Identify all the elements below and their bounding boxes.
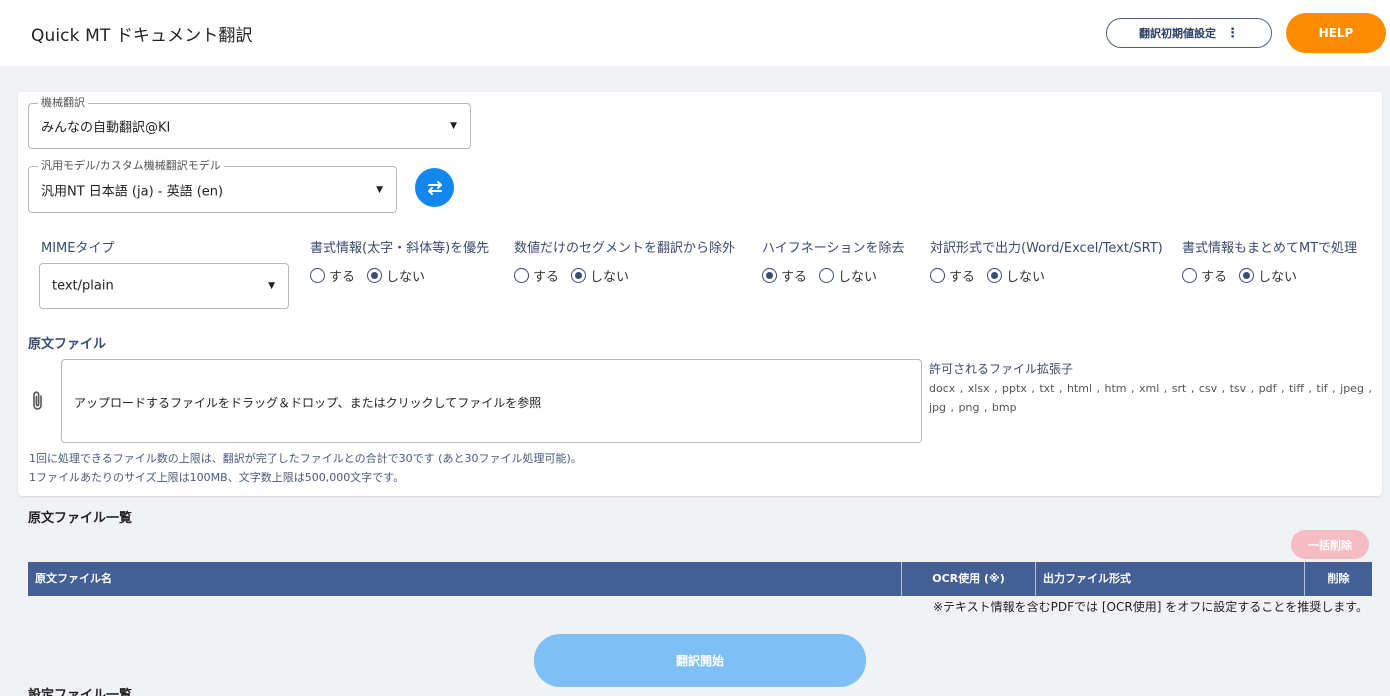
- option-format-mt: 書式情報もまとめてMTで処理 する しない: [1182, 237, 1357, 285]
- start-translation-button[interactable]: 翻訳開始: [534, 634, 866, 687]
- allowed-ext-title: 許可されるファイル拡張子: [929, 362, 1074, 376]
- mime-select[interactable]: text/plain ▼: [39, 263, 289, 309]
- app-header: Quick MT ドキュメント翻訳 翻訳初期値設定 ⋮ HELP: [0, 0, 1390, 66]
- column-ocr: OCR使用 (※): [902, 562, 1036, 596]
- option-format-priority: 書式情報(太字・斜体等)を優先 する しない: [310, 237, 489, 285]
- radio-unchecked-icon: [1182, 268, 1197, 283]
- radio-label: する: [533, 270, 560, 285]
- default-settings-label: 翻訳初期値設定: [1139, 27, 1216, 40]
- radio-unchecked-icon: [819, 268, 835, 283]
- radio-label: しない: [1258, 270, 1298, 285]
- column-output-format: 出力ファイル形式: [1036, 562, 1305, 596]
- caret-down-icon: ▼: [376, 184, 383, 195]
- column-filename: 原文ファイル名: [28, 562, 902, 596]
- help-button[interactable]: HELP: [1286, 13, 1386, 53]
- radio-checked-icon: [1239, 268, 1255, 283]
- radio-exclude-numeric-yes[interactable]: する: [514, 266, 559, 285]
- radio-format-priority-yes[interactable]: する: [310, 266, 355, 285]
- radio-format-mt-yes[interactable]: する: [1182, 266, 1227, 285]
- radio-checked-icon: [367, 268, 383, 283]
- radio-bilingual-output-no[interactable]: しない: [987, 266, 1045, 285]
- allowed-ext-list: docx , xlsx , pptx , txt , html , htm , …: [929, 382, 1372, 414]
- column-delete: 削除: [1327, 572, 1350, 585]
- default-settings-button[interactable]: 翻訳初期値設定 ⋮: [1106, 18, 1272, 48]
- radio-unchecked-icon: [514, 268, 529, 283]
- caret-down-icon: ▼: [268, 281, 275, 291]
- option-label: 対訳形式で出力(Word/Excel/Text/SRT): [930, 241, 1163, 256]
- model-value: 汎用NT 日本語 (ja) - 英語 (en): [41, 184, 224, 199]
- source-file-title: 原文ファイル: [28, 337, 107, 352]
- model-legend: 汎用モデル/カスタム機械翻訳モデル: [38, 159, 224, 173]
- radio-checked-icon: [987, 268, 1003, 283]
- radio-remove-hyphenation-yes[interactable]: する: [762, 266, 807, 285]
- option-label: 数値だけのセグメントを翻訳から除外: [514, 241, 736, 256]
- settings-card: 機械翻訳 みんなの自動翻訳@KI ▼ 汎用モデル/カスタム機械翻訳モデル 汎用N…: [18, 92, 1382, 496]
- bulk-delete-button[interactable]: 一括削除: [1291, 530, 1369, 559]
- more-vert-icon: ⋮: [1226, 25, 1239, 41]
- file-size-note: 1ファイルあたりのサイズ上限は100MB、文字数上限は500,000文字です。: [29, 471, 405, 484]
- mime-label: MIMEタイプ: [41, 241, 115, 256]
- radio-label: しない: [590, 270, 630, 285]
- option-label: ハイフネーションを除去: [762, 241, 905, 256]
- file-count-note: 1回に処理できるファイル数の上限は、翻訳が完了したファイルとの合計で30です (…: [29, 452, 582, 465]
- radio-label: する: [781, 270, 808, 285]
- app-title: Quick MT ドキュメント翻訳: [31, 26, 253, 46]
- radio-bilingual-output-yes[interactable]: する: [930, 266, 975, 285]
- ocr-recommend-note: ※テキスト情報を含むPDFでは [OCR使用] をオフに設定することを推奨します…: [932, 600, 1368, 614]
- mime-value: text/plain: [52, 278, 114, 294]
- settings-file-list-title: 設定ファイル一覧: [28, 688, 133, 696]
- model-select[interactable]: 汎用モデル/カスタム機械翻訳モデル 汎用NT 日本語 (ja) - 英語 (en…: [28, 159, 397, 213]
- radio-label: しない: [1006, 270, 1046, 285]
- file-table-header: 原文ファイル名 OCR使用 (※) 出力ファイル形式 削除: [28, 562, 1372, 596]
- option-bilingual-output: 対訳形式で出力(Word/Excel/Text/SRT) する しない: [930, 237, 1163, 285]
- file-dropzone[interactable]: アップロードするファイルをドラッグ＆ドロップ、またはクリックしてファイルを参照: [61, 359, 922, 443]
- radio-format-priority-no[interactable]: しない: [367, 266, 425, 285]
- option-label: 書式情報もまとめてMTで処理: [1182, 241, 1358, 256]
- option-remove-hyphenation: ハイフネーションを除去 する しない: [762, 237, 904, 285]
- attach-file-icon[interactable]: [29, 390, 47, 412]
- caret-down-icon: ▼: [450, 121, 457, 131]
- engine-select[interactable]: 機械翻訳 みんなの自動翻訳@KI ▼: [28, 96, 471, 149]
- radio-label: しない: [838, 270, 878, 285]
- radio-label: する: [1201, 270, 1228, 285]
- swap-language-button[interactable]: [415, 168, 454, 207]
- dropzone-text: アップロードするファイルをドラッグ＆ドロップ、またはクリックしてファイルを参照: [74, 396, 542, 410]
- option-label: 書式情報(太字・斜体等)を優先: [310, 241, 490, 256]
- radio-checked-icon: [762, 268, 777, 283]
- option-exclude-numeric: 数値だけのセグメントを翻訳から除外 する しない: [514, 237, 735, 285]
- radio-remove-hyphenation-no[interactable]: しない: [819, 266, 877, 285]
- radio-format-mt-no[interactable]: しない: [1239, 266, 1297, 285]
- swap-horiz-icon: [427, 180, 442, 195]
- radio-label: する: [949, 270, 976, 285]
- radio-label: しない: [386, 270, 426, 285]
- engine-value: みんなの自動翻訳@KI: [41, 120, 171, 136]
- radio-checked-icon: [571, 268, 587, 283]
- radio-exclude-numeric-no[interactable]: しない: [571, 266, 629, 285]
- file-list-title: 原文ファイル一覧: [28, 511, 133, 526]
- radio-label: する: [329, 270, 356, 285]
- radio-unchecked-icon: [930, 268, 945, 283]
- engine-legend: 機械翻訳: [38, 96, 88, 110]
- radio-unchecked-icon: [310, 268, 325, 283]
